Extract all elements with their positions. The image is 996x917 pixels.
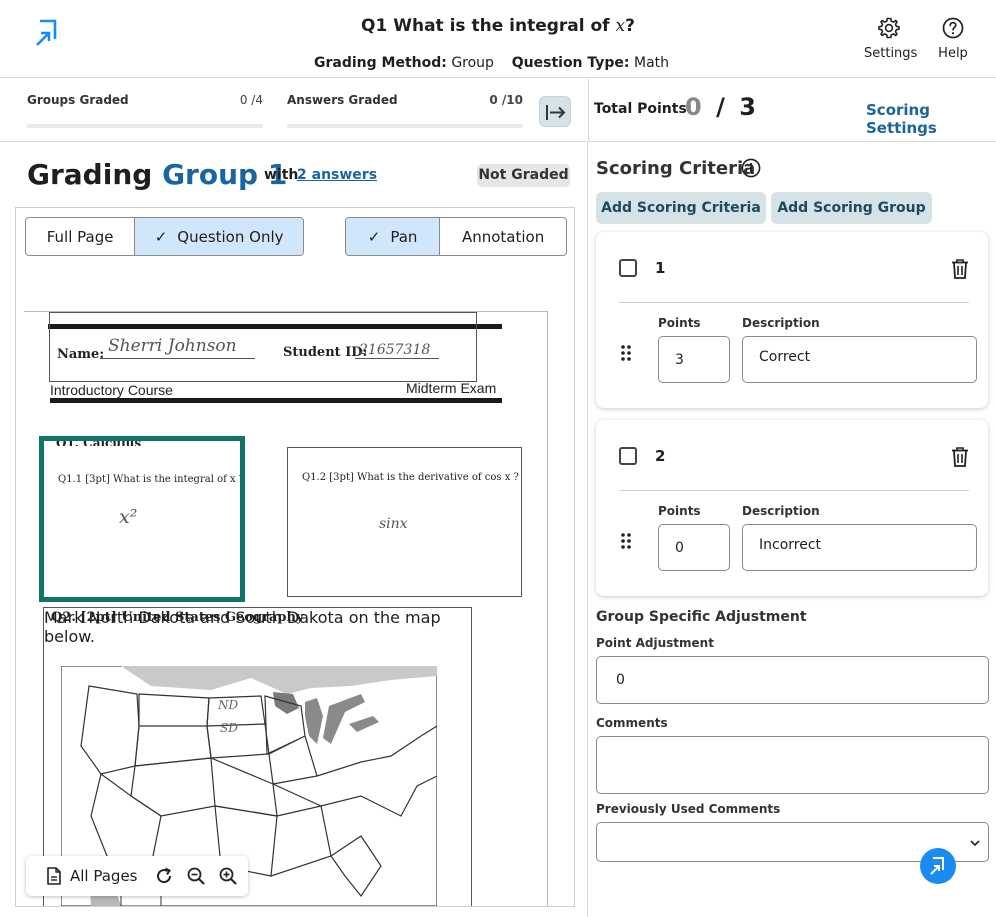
question-type-value: Math (633, 55, 670, 71)
gear-icon (878, 17, 900, 39)
answer-viewer: Full Page ✓ Question Only ✓ Pan Annotati… (15, 207, 575, 907)
total-points-label: Total Points: (594, 101, 693, 117)
card-divider (619, 490, 969, 491)
scoring-criteria-title: Scoring Criteria (596, 158, 756, 179)
answers-progress-bar (287, 124, 523, 128)
check-icon: ✓ (367, 227, 381, 246)
comments-textarea[interactable] (596, 736, 989, 794)
page-toolbar: All Pages (26, 856, 248, 896)
description-input[interactable]: Correct (742, 336, 977, 383)
total-points-bar: Total Points: 0 / 3 Scoring Settings (588, 79, 996, 142)
document-icon[interactable] (44, 866, 64, 886)
all-pages-label[interactable]: All Pages (70, 867, 138, 885)
name-label: Name: (57, 347, 105, 362)
answers-graded-count: 0 /10 (489, 93, 523, 107)
scoring-settings-link[interactable]: Scoring Settings (866, 101, 996, 137)
course-name: Introductory Course (50, 382, 173, 398)
check-icon: ✓ (154, 227, 168, 246)
drag-handle-icon[interactable] (620, 344, 632, 362)
card-divider (619, 302, 969, 303)
answers-graded: Answers Graded 0 /10 (287, 93, 523, 107)
criterion-number: 2 (655, 447, 666, 465)
groups-graded: Groups Graded 0 /4 (27, 93, 263, 107)
view-toggle: Full Page ✓ Question Only (25, 217, 304, 256)
points-input[interactable]: 3 (658, 336, 730, 383)
arrow-right-bar-icon (546, 105, 566, 120)
question-title: Q1 What is the integral of x? (361, 16, 635, 36)
q1-2-box: Q1.2 [3pt] What is the derivative of cos… (287, 447, 522, 597)
course-rule (50, 398, 502, 403)
map-sd-label: SD (220, 721, 238, 735)
help-button[interactable]: Help (930, 16, 976, 61)
add-scoring-group-button[interactable]: Add Scoring Group (771, 192, 932, 224)
criterion-checkbox[interactable] (619, 259, 637, 277)
pan-toggle[interactable]: ✓ Pan (346, 218, 441, 255)
points-label: Points (658, 504, 701, 518)
scanned-exam-page[interactable]: Name: Sherri Johnson Student ID: 2165731… (24, 311, 548, 906)
student-id-value: 21657318 (359, 342, 431, 358)
collapse-panel-button[interactable] (539, 96, 571, 127)
groups-graded-count: 0 /4 (239, 93, 263, 107)
description-label: Description (742, 504, 820, 518)
chevron-down-icon (970, 840, 980, 846)
criterion-number: 1 (655, 259, 666, 277)
criterion-card: 2 Points Description 0 Incorrect (596, 420, 988, 596)
q2-heading: Q2. [2pt] United States Geography (51, 610, 304, 625)
point-adjustment-label: Point Adjustment (596, 636, 714, 650)
previous-comments-label: Previously Used Comments (596, 802, 781, 816)
total-points-score: 0 / 3 (685, 93, 756, 121)
map-nd-label: ND (217, 698, 239, 712)
grading-progress: Groups Graded 0 /4 Answers Graded 0 /10 (0, 79, 587, 142)
question-type-label: Question Type: (511, 55, 630, 71)
question-only-toggle[interactable]: ✓ Question Only (135, 218, 303, 255)
description-label: Description (742, 316, 820, 330)
status-badge: Not Graded (477, 164, 570, 187)
panel-divider (587, 142, 588, 917)
settings-button[interactable]: Settings (864, 16, 918, 61)
zoom-out-icon[interactable] (186, 866, 206, 886)
criterion-checkbox[interactable] (619, 447, 637, 465)
trash-icon[interactable] (950, 258, 970, 280)
app-logo-icon (930, 857, 944, 875)
points-input[interactable]: 0 (658, 524, 730, 571)
add-scoring-criteria-button[interactable]: Add Scoring Criteria (596, 192, 766, 224)
trash-icon[interactable] (950, 446, 970, 468)
comments-label: Comments (596, 716, 668, 730)
answers-link[interactable]: 2 answers (297, 167, 377, 183)
settings-label: Settings (864, 46, 918, 61)
zoom-in-icon[interactable] (218, 866, 238, 886)
q1-2-text: Q1.2 [3pt] What is the derivative of cos… (302, 472, 519, 483)
id-underline (355, 358, 439, 359)
help-icon (942, 17, 964, 39)
annotation-toggle[interactable]: Annotation (440, 218, 566, 255)
app-header: Q1 What is the integral of x? Grading Me… (0, 0, 996, 78)
question-meta: Grading Method: Group Question Type: Mat… (314, 55, 669, 71)
rotate-icon[interactable] (154, 866, 174, 886)
info-icon[interactable] (741, 158, 761, 178)
criterion-card: 1 Points Description 3 Correct (596, 232, 988, 408)
groups-progress-bar (27, 124, 263, 128)
point-adjustment-input[interactable]: 0 (596, 656, 989, 704)
assistant-fab-button[interactable] (920, 848, 956, 884)
name-underline (100, 358, 255, 359)
exam-name: Midterm Exam (406, 380, 497, 396)
grading-method-label: Grading Method: (314, 55, 447, 71)
group-adjustment-heading: Group Specific Adjustment (596, 609, 807, 625)
full-page-toggle[interactable]: Full Page (26, 218, 136, 255)
grading-method-value: Group (451, 55, 494, 71)
drag-handle-icon[interactable] (620, 532, 632, 550)
q1-2-answer: sinx (379, 516, 408, 532)
selected-question-highlight (39, 436, 245, 602)
grading-group-title: Grading Group 1 (27, 158, 288, 191)
points-label: Points (658, 316, 701, 330)
description-input[interactable]: Incorrect (742, 524, 977, 571)
mode-toggle: ✓ Pan Annotation (345, 217, 567, 256)
with-label: with (264, 167, 299, 183)
student-name: Sherri Johnson (108, 336, 237, 356)
help-label: Help (938, 46, 968, 61)
